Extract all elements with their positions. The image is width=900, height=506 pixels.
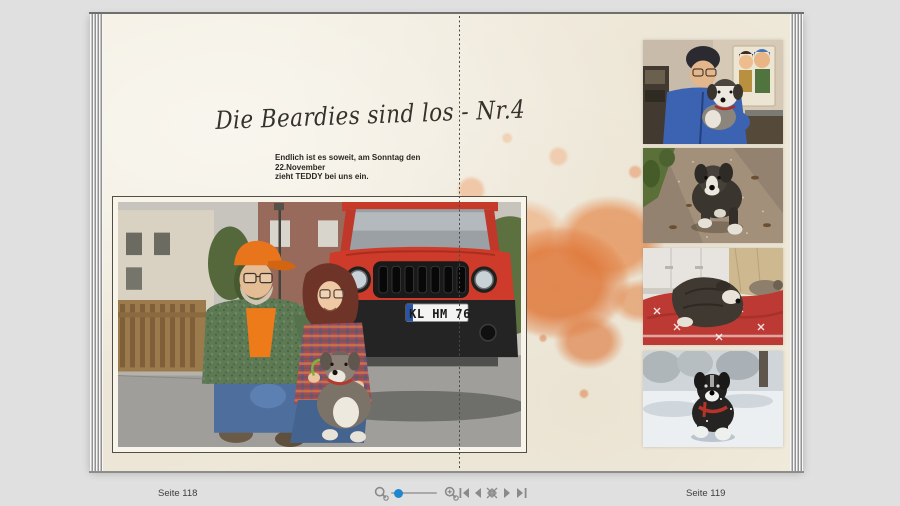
subtitle-line-1: Endlich ist es soweit, am Sonntag den 22… xyxy=(275,153,421,172)
first-page-button[interactable] xyxy=(459,488,470,498)
left-page-number-label: Seite 118 xyxy=(158,488,198,499)
photo-man-holding-puppy[interactable] xyxy=(643,40,783,144)
right-page-number-label: Seite 119 xyxy=(686,488,726,499)
photobook-viewer: Die Beardies sind los - Nr.4 Endlich ist… xyxy=(0,0,900,506)
fit-page-button[interactable] xyxy=(486,487,498,499)
zoom-in-button[interactable] xyxy=(444,486,459,501)
zoom-out-button[interactable] xyxy=(374,486,389,501)
zoom-slider-handle[interactable] xyxy=(394,488,403,498)
last-page-button[interactable] xyxy=(516,488,527,498)
subtitle-line-2: zieht TEDDY bei uns ein. xyxy=(275,172,369,181)
photo-puppy-on-path[interactable] xyxy=(643,148,783,243)
spine-fold-line xyxy=(459,16,460,469)
page-stack-left-edge xyxy=(90,14,103,471)
previous-page-button[interactable] xyxy=(473,488,482,498)
photo-couple-with-jeep[interactable]: KL HM 76 xyxy=(112,196,527,453)
photo-dog-running-in-snow[interactable] xyxy=(643,351,783,447)
photo-puppy-sleeping-on-cushion[interactable] xyxy=(643,248,783,345)
license-plate-text: KL HM 76 xyxy=(409,307,471,321)
photobook-spread: Die Beardies sind los - Nr.4 Endlich ist… xyxy=(89,12,804,473)
page-subtitle[interactable]: Endlich ist es soweit, am Sonntag den 22… xyxy=(275,153,465,182)
page-stack-right-edge xyxy=(790,14,803,471)
next-page-button[interactable] xyxy=(503,488,512,498)
spread-pages: Die Beardies sind los - Nr.4 Endlich ist… xyxy=(103,14,790,471)
